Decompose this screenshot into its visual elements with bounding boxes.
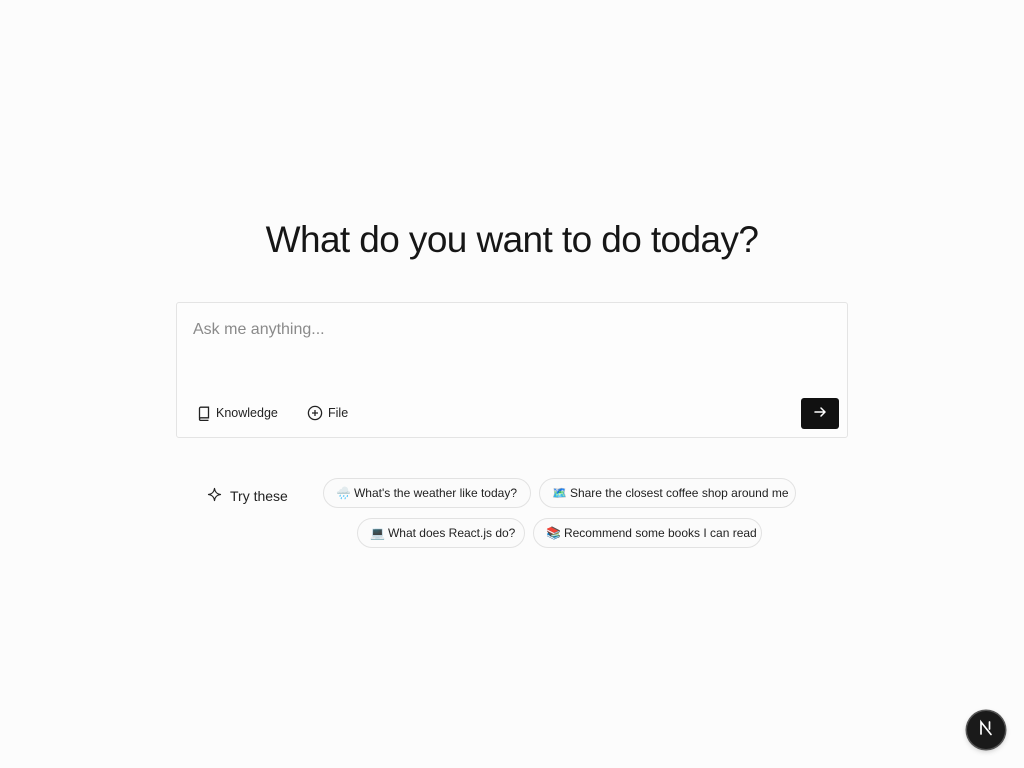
try-these-text: Try these bbox=[230, 488, 288, 504]
knowledge-button[interactable]: Knowledge bbox=[193, 401, 282, 425]
chat-composer: Knowledge File bbox=[176, 302, 848, 438]
nextjs-dev-badge[interactable] bbox=[967, 711, 1005, 749]
suggestion-text: What's the weather like today? bbox=[353, 486, 517, 500]
knowledge-label: Knowledge bbox=[216, 406, 278, 420]
sparkle-icon bbox=[207, 487, 222, 505]
book-icon bbox=[197, 406, 211, 421]
suggestion-chip[interactable]: 🗺️ Share the closest coffee shop around … bbox=[539, 478, 796, 508]
suggestion-chip[interactable]: 📚 Recommend some books I can read bbox=[533, 518, 762, 548]
page: What do you want to do today? Knowledge … bbox=[0, 0, 1024, 768]
file-button[interactable]: File bbox=[303, 401, 352, 425]
prompt-input[interactable] bbox=[193, 321, 793, 361]
suggestion-text: Recommend some books I can read bbox=[563, 526, 757, 540]
plus-circle-icon bbox=[307, 405, 323, 421]
arrow-right-icon bbox=[813, 405, 827, 422]
suggestion-text: Share the closest coffee shop around me bbox=[569, 486, 789, 500]
send-button[interactable] bbox=[801, 398, 839, 429]
file-label: File bbox=[328, 406, 349, 420]
try-these-label: Try these bbox=[207, 486, 288, 506]
rain-cloud-icon: 🌧️ bbox=[336, 486, 351, 500]
suggestion-chip[interactable]: 💻 What does React.js do? bbox=[357, 518, 525, 548]
suggestion-chip[interactable]: 🌧️ What's the weather like today? bbox=[323, 478, 531, 508]
laptop-icon: 💻 bbox=[370, 526, 385, 540]
page-title: What do you want to do today? bbox=[265, 219, 759, 260]
books-icon: 📚 bbox=[546, 526, 561, 540]
map-icon: 🗺️ bbox=[552, 486, 567, 500]
nextjs-logo-icon bbox=[977, 719, 995, 742]
suggestion-text: What does React.js do? bbox=[387, 526, 516, 540]
